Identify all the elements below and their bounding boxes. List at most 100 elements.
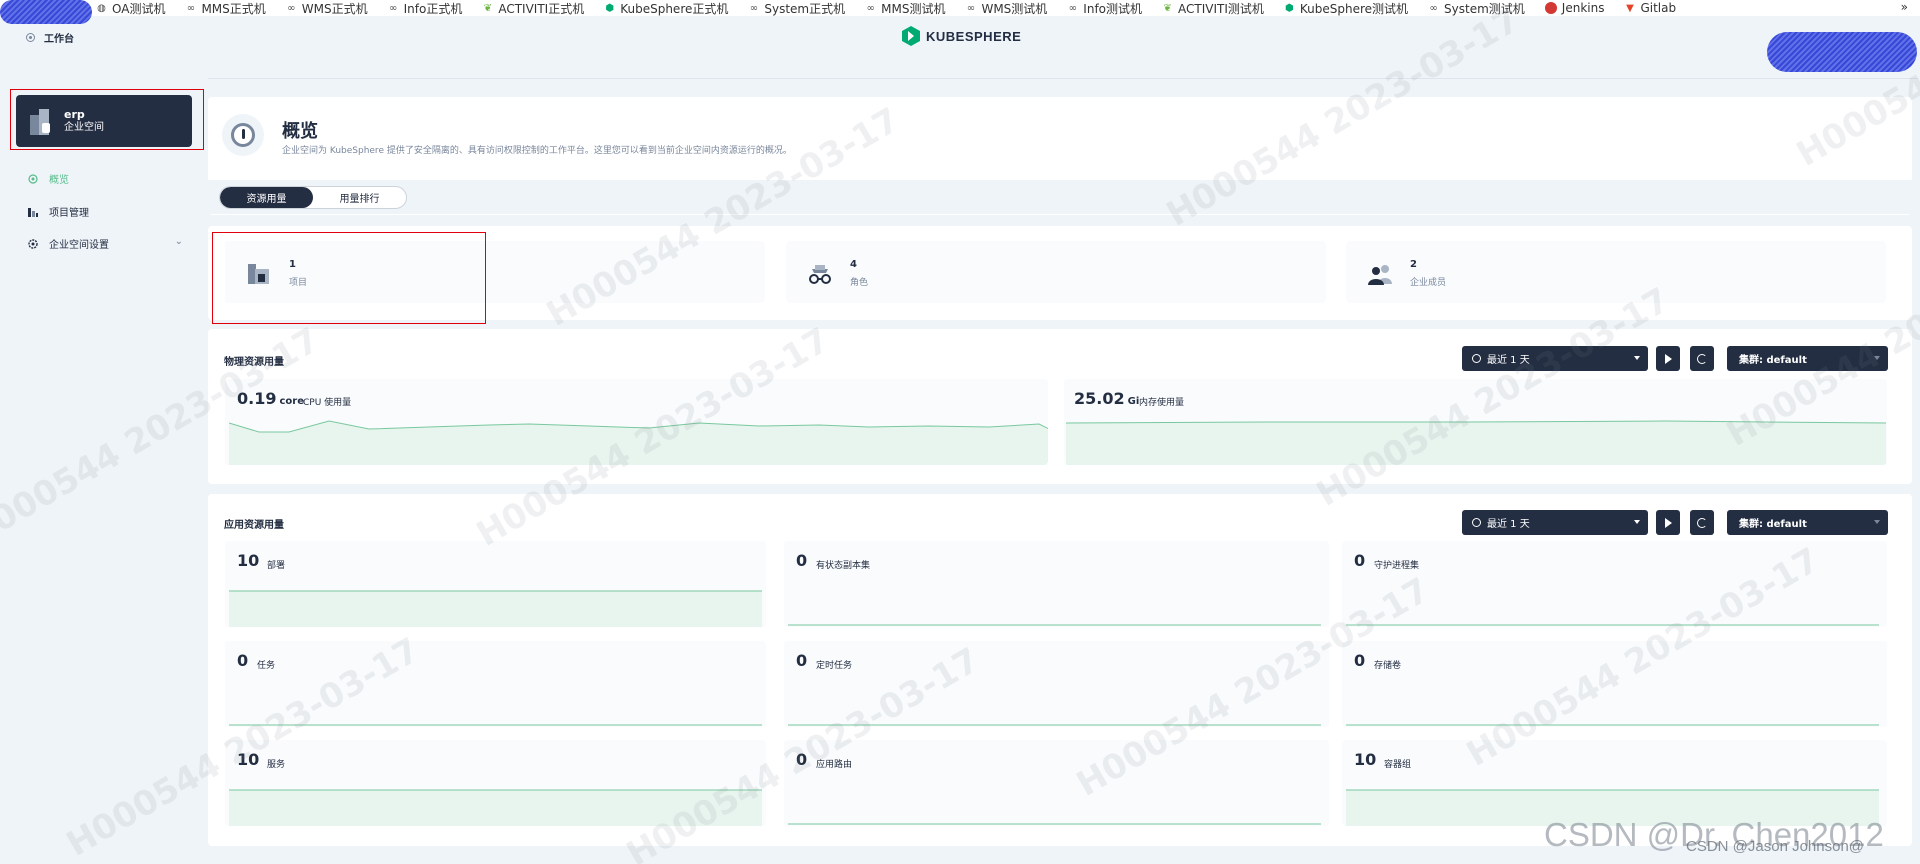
cluster-value: 集群: default [1739,519,1807,530]
bookmark-item[interactable]: ∞ WMS正式机 [286,0,368,16]
app-resource-sparkline [229,789,762,826]
stat-value: 2 [1410,259,1417,270]
app-resource-sparkline [229,590,762,627]
app-resource-value: 0 [796,651,808,670]
bookmark-label: System正式机 [764,1,846,16]
bookmark-item[interactable]: ▼ Gitlab [1624,0,1676,16]
app-resource-label: 存储卷 [1374,661,1402,671]
clock-icon [1472,518,1481,527]
chevron-down-icon: ⌄ [174,236,183,247]
bookmark-label: WMS测试机 [981,1,1048,16]
stat-card-members[interactable]: 2 企业成员 [1346,241,1886,303]
clock-icon [1472,354,1481,363]
workbench-link[interactable]: 工作台 [26,30,74,45]
bookmark-item[interactable]: ❦ ACTIVITI正式机 [482,0,585,16]
refresh-icon [1697,353,1707,364]
cpu-usage-label: CPU 使用量 [303,398,352,408]
members-icon [1368,265,1392,285]
app-resource-card: 10 容器组 [1342,740,1887,826]
stat-value: 4 [850,259,857,270]
app-resource-sparkline [788,823,1321,825]
link-icon: ∞ [966,2,976,14]
bookmark-item[interactable]: Jenkins [1544,0,1605,16]
bookmark-item[interactable]: ∞ System正式机 [748,0,845,16]
project-icon [28,207,38,217]
app-resource-label: 应用路由 [816,760,853,770]
leaf-icon: ❦ [483,2,493,14]
link-icon: ∞ [1429,2,1438,14]
app-resource-card: 0 定时任务 [784,641,1329,727]
app-resource-card: 10 部署 [225,541,766,627]
kubesphere-icon [902,26,920,46]
nav-item-projects[interactable]: 项目管理 [28,204,183,219]
app-resource-label: 定时任务 [816,661,853,671]
nav-item-overview[interactable]: 概览 [28,171,183,186]
bookmark-item[interactable]: ⬢ KubeSphere正式机 [604,0,728,16]
cluster-value: 集群: default [1739,355,1807,366]
logo-text: KUBESPHERE [926,28,1022,44]
cluster-select[interactable]: 集群: default [1727,510,1888,535]
app-resource-label: 守护进程集 [1374,561,1420,571]
bookmark-label: Info正式机 [403,1,463,16]
cpu-usage-card: 0.19 core CPU 使用量 [225,379,1048,465]
bookmark-label: Gitlab [1640,1,1677,15]
play-icon [1664,353,1672,364]
app-resource-value: 0 [1354,651,1366,670]
csdn-watermark-sub: CSDN @Jason Johnson@ [1686,838,1865,855]
bookmarks-more-button[interactable]: » [1901,0,1908,14]
app-resource-card: 0 守护进程集 [1342,541,1887,627]
app-resource-sparkline [788,724,1321,726]
app-resource-label: 部署 [267,561,286,571]
bookmark-item[interactable]: ∞ System测试机 [1428,0,1524,16]
highlight-box-workspace [10,89,204,150]
refresh-button[interactable] [1690,346,1714,371]
bookmark-label: ACTIVITI正式机 [498,1,585,16]
settings-icon [28,238,38,249]
tab-resource-usage[interactable]: 资源用量 [220,187,313,208]
cluster-select[interactable]: 集群: default [1727,346,1888,371]
app-resource-sparkline [788,624,1321,626]
kubesphere-logo[interactable]: KUBESPHERE [902,26,1021,46]
tab-usage-ranking[interactable]: 用量排行 [313,187,406,208]
bookmarks-bar: ◍ OA测试机 ∞ MMS正式机 ∞ WMS正式机 ∞ Info正式机 ❦ ACTIVITI正式机… [0,0,1920,16]
chevron-down-icon [1634,356,1640,360]
bookmark-item[interactable]: ∞ WMS测试机 [965,0,1048,16]
role-icon [809,265,831,284]
bookmark-label: WMS正式机 [301,1,368,16]
globe-icon: ◍ [97,2,106,14]
chevron-down-icon [1874,356,1880,360]
play-button[interactable] [1656,346,1680,371]
bookmark-item[interactable]: ∞ MMS正式机 [185,0,266,16]
stat-card-roles[interactable]: 4 角色 [786,241,1326,303]
nav-item-label: 企业空间设置 [49,240,109,251]
play-button[interactable] [1656,510,1680,535]
cpu-usage-value: 0.19 core [237,389,304,408]
time-range-value: 最近 1 天 [1487,519,1530,530]
bookmark-item[interactable]: ❦ ACTIVITI测试机 [1162,0,1264,16]
app-resource-value: 0 [237,651,249,670]
memory-usage-unit: Gi [1127,396,1140,407]
redaction-scribble-right [1767,32,1917,72]
app-resource-card: 10 服务 [225,740,766,826]
dashboard-icon [28,173,38,184]
bookmark-label: Jenkins [1561,1,1605,15]
bookmark-item[interactable]: ∞ Info测试机 [1067,0,1142,16]
bookmark-label: MMS测试机 [881,1,946,16]
time-range-select[interactable]: 最近 1 天 [1462,510,1648,535]
bookmark-item[interactable]: ∞ MMS测试机 [865,0,945,16]
bookmark-item[interactable]: ⬢ KubeSphere测试机 [1284,0,1408,16]
refresh-button[interactable] [1690,510,1714,535]
link-icon: ∞ [866,2,875,14]
workbench-label: 工作台 [44,34,74,45]
app-resource-value: 0 [796,551,808,570]
nav-item-workspace-settings[interactable]: 企业空间设置 ⌄ [28,236,183,251]
app-resource-card: 0 应用路由 [784,740,1329,826]
bookmark-item[interactable]: ◍ OA测试机 [96,0,165,16]
play-icon [1664,517,1672,528]
refresh-icon [1697,517,1707,528]
bookmark-item[interactable]: ∞ Info正式机 [388,0,463,16]
application-resources-title: 应用资源用量 [224,520,284,531]
bookmark-label: KubeSphere测试机 [1299,1,1409,16]
time-range-select[interactable]: 最近 1 天 [1462,346,1648,371]
app-resource-label: 服务 [267,760,286,770]
